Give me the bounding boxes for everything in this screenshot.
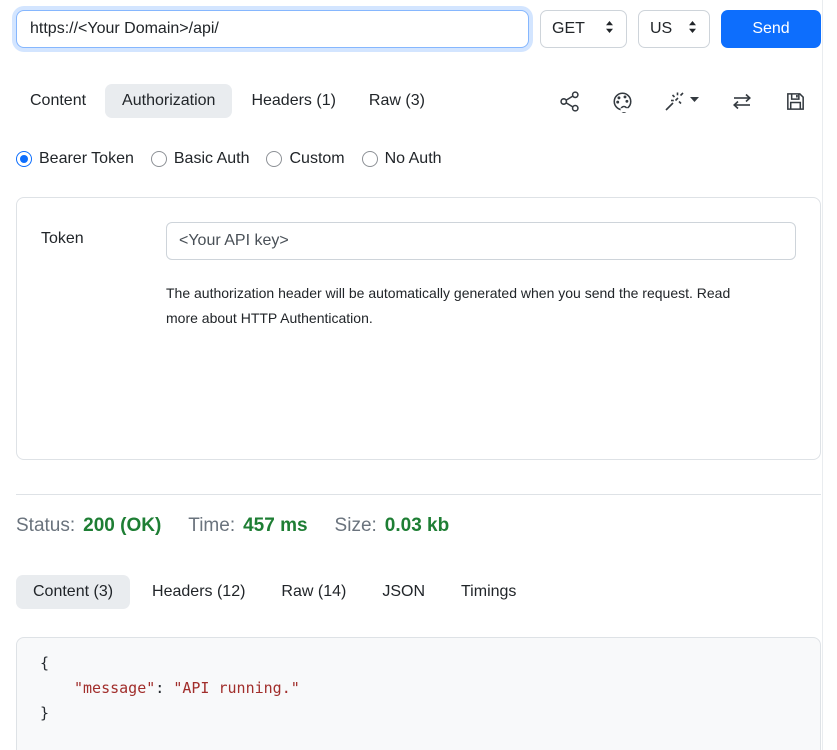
share-icon[interactable] (557, 89, 581, 113)
send-button[interactable]: Send (721, 10, 821, 48)
size-label: Size: (335, 515, 377, 537)
bearer-token-panel: Token The authorization header will be a… (16, 197, 821, 460)
response-time-item: Time: 457 ms (188, 515, 307, 537)
auth-option-label: Basic Auth (174, 150, 250, 168)
token-help-text: The authorization header will be automat… (166, 281, 754, 331)
tab-headers[interactable]: Headers (1) (237, 84, 349, 118)
auth-option-no-auth[interactable]: No Auth (362, 150, 442, 168)
request-toolbar (557, 89, 821, 113)
response-tab-timings[interactable]: Timings (447, 575, 530, 609)
select-arrows-icon (687, 19, 698, 40)
save-icon[interactable] (783, 89, 807, 113)
response-status-row: Status: 200 (OK) Time: 457 ms Size: 0.03… (0, 515, 837, 537)
auth-option-label: Bearer Token (39, 150, 134, 168)
section-divider (16, 494, 821, 495)
swap-arrows-icon[interactable] (730, 89, 754, 113)
auth-option-label: No Auth (385, 150, 442, 168)
json-value: "API running." (173, 679, 299, 697)
region-select[interactable]: US (638, 10, 710, 48)
response-body-viewer[interactable]: { "message": "API running." } (16, 637, 821, 750)
radio-unselected-icon (266, 151, 282, 167)
response-tabs: Content (3) Headers (12) Raw (14) JSON T… (0, 575, 837, 609)
response-tab-json[interactable]: JSON (368, 575, 439, 609)
select-arrows-icon (604, 19, 615, 40)
response-tab-headers[interactable]: Headers (12) (138, 575, 259, 609)
auth-option-label: Custom (289, 150, 344, 168)
size-value: 0.03 kb (385, 515, 449, 537)
response-tab-raw[interactable]: Raw (14) (267, 575, 360, 609)
token-input[interactable] (166, 222, 796, 260)
time-value: 457 ms (243, 515, 307, 537)
status-label: Status: (16, 515, 75, 537)
radio-unselected-icon (362, 151, 378, 167)
magic-wand-menu-icon[interactable] (663, 89, 701, 113)
json-separator: : (155, 679, 173, 697)
request-tabs-row: Content Authorization Headers (1) Raw (3… (0, 84, 837, 118)
json-open-brace: { (40, 651, 797, 676)
radio-unselected-icon (151, 151, 167, 167)
auth-option-bearer-token[interactable]: Bearer Token (16, 150, 134, 168)
page-edge-divider (822, 0, 823, 750)
radio-selected-icon (16, 151, 32, 167)
request-tabs: Content Authorization Headers (1) Raw (3… (16, 84, 439, 118)
token-field-area: The authorization header will be automat… (166, 222, 796, 435)
method-select-value: GET (552, 20, 585, 38)
request-bar: GET US Send (0, 0, 837, 48)
api-client-app: GET US Send Content Authorization Header… (0, 0, 837, 750)
tab-authorization[interactable]: Authorization (105, 84, 232, 118)
auth-option-basic-auth[interactable]: Basic Auth (151, 150, 250, 168)
tab-content[interactable]: Content (16, 84, 100, 118)
palette-icon[interactable] (610, 89, 634, 113)
response-size-item: Size: 0.03 kb (335, 515, 450, 537)
time-label: Time: (188, 515, 235, 537)
json-close-brace: } (40, 701, 797, 726)
token-label: Token (41, 222, 166, 435)
status-code-item: Status: 200 (OK) (16, 515, 161, 537)
url-input[interactable] (16, 10, 529, 48)
json-message-line: "message": "API running." (40, 676, 797, 701)
auth-type-options: Bearer Token Basic Auth Custom No Auth (0, 150, 837, 168)
region-select-value: US (650, 20, 672, 38)
status-value: 200 (OK) (83, 515, 161, 537)
tab-raw[interactable]: Raw (3) (355, 84, 439, 118)
json-key: "message" (74, 679, 155, 697)
method-select[interactable]: GET (540, 10, 627, 48)
response-tab-content[interactable]: Content (3) (16, 575, 130, 609)
auth-option-custom[interactable]: Custom (266, 150, 344, 168)
